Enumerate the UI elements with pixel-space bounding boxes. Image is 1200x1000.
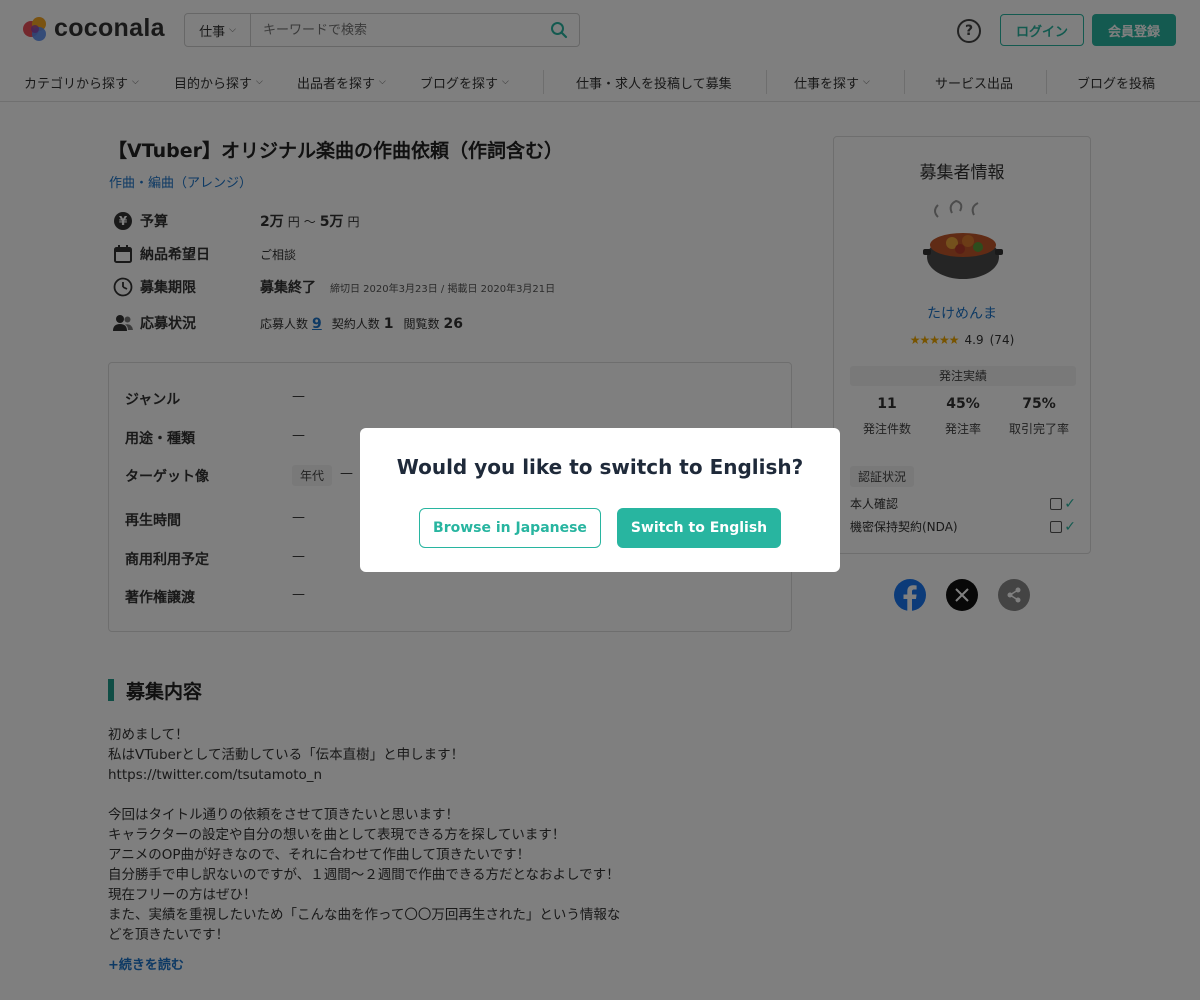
- browse-japanese-button[interactable]: Browse in Japanese: [419, 508, 601, 548]
- language-switch-dialog: Would you like to switch to English? Bro…: [360, 428, 840, 572]
- switch-english-button[interactable]: Switch to English: [617, 508, 781, 548]
- dialog-title: Would you like to switch to English?: [396, 455, 804, 479]
